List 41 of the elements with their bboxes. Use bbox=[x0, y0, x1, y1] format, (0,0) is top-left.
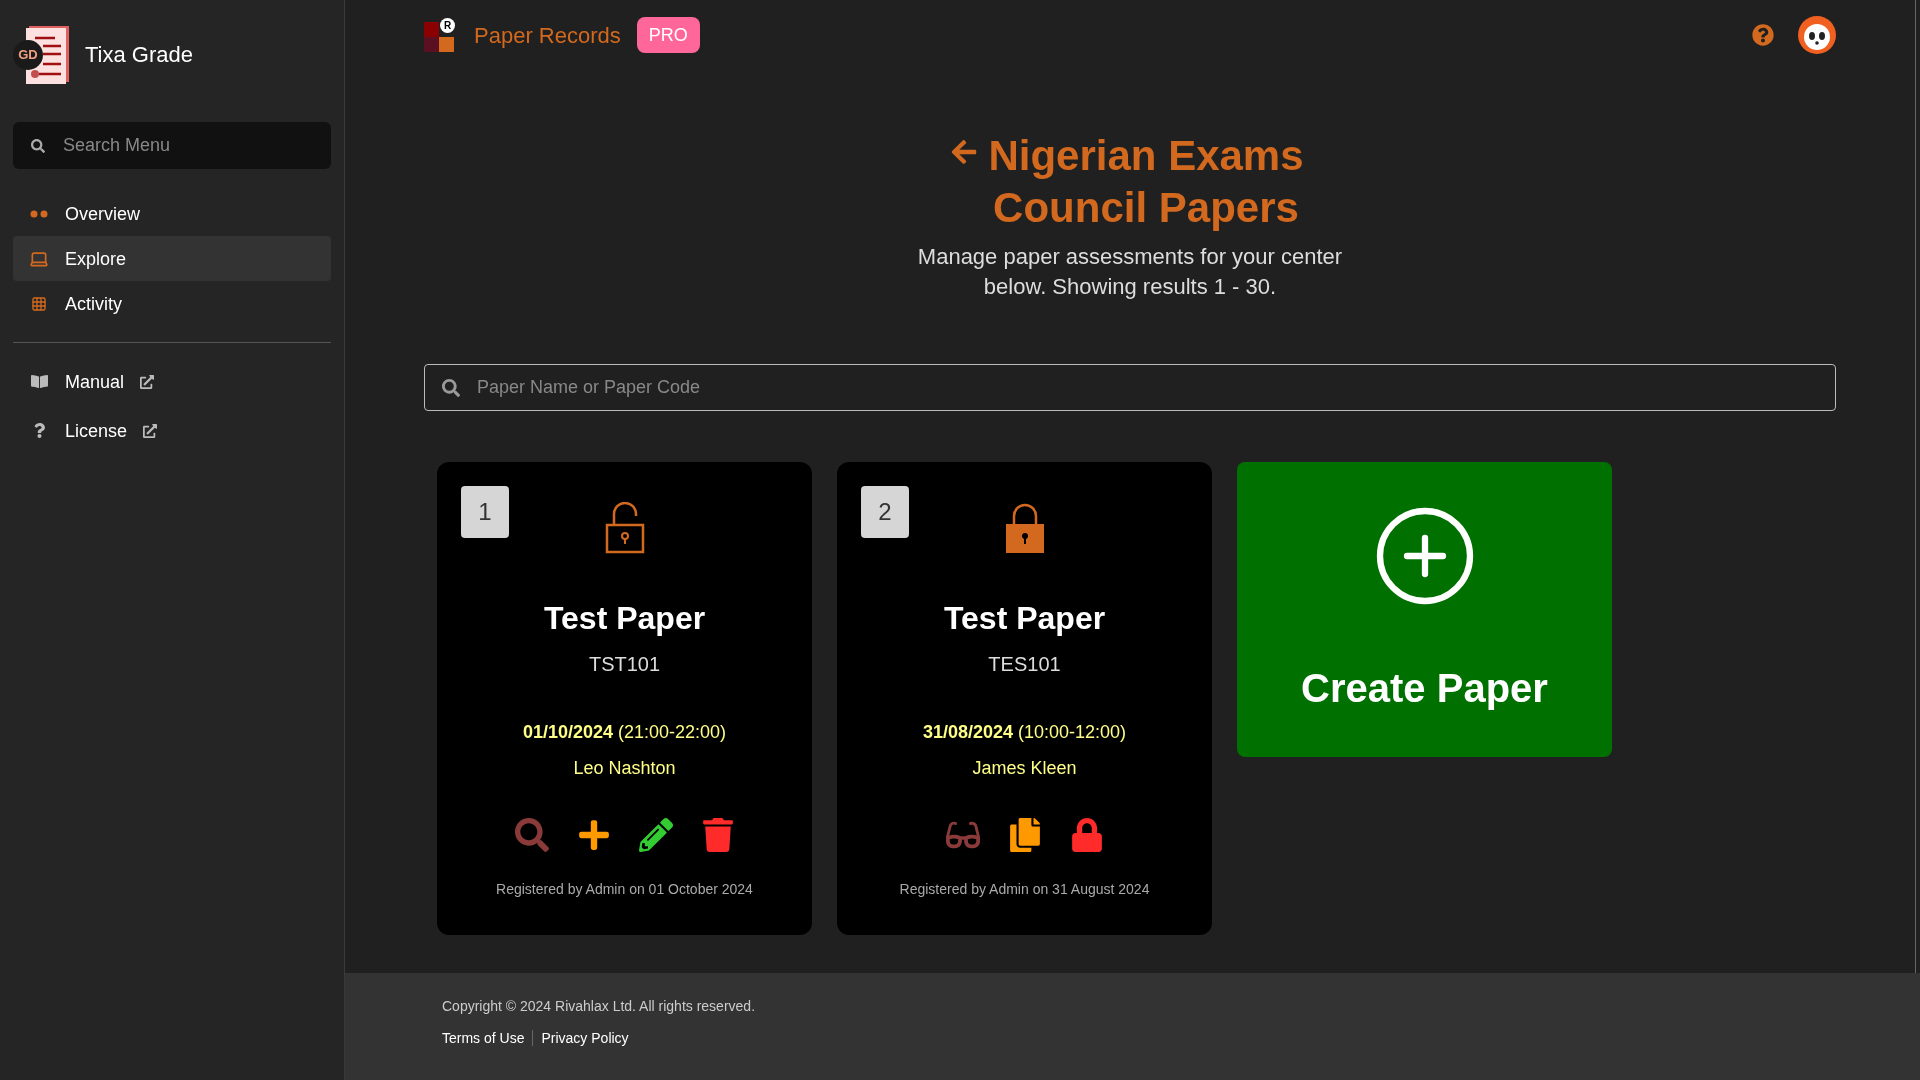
external-link-icon bbox=[143, 423, 158, 438]
nav-item[interactable]: Explore bbox=[13, 236, 331, 281]
paper-schedule: 31/08/2024 (10:00-12:00) bbox=[922, 721, 1127, 744]
dots-icon bbox=[30, 209, 48, 218]
paper-code: TST101 bbox=[588, 652, 661, 677]
paper-name: Test Paper bbox=[543, 599, 706, 638]
paper-number: 2 bbox=[861, 486, 909, 538]
page-subtitle: Manage paper assessments for your center below. Showing results 1 - 30. bbox=[916, 243, 1344, 301]
avatar-icon[interactable] bbox=[1798, 16, 1836, 54]
external-link-icon bbox=[140, 374, 155, 389]
nav-link[interactable]: License bbox=[13, 408, 331, 453]
back-button[interactable] bbox=[950, 138, 978, 166]
create-paper-button[interactable]: Create Paper bbox=[1237, 462, 1612, 757]
registration-note: Registered by Admin on 31 August 2024 bbox=[899, 880, 1150, 899]
paper-number: 1 bbox=[461, 486, 509, 538]
help-icon[interactable] bbox=[1752, 24, 1774, 46]
search-icon bbox=[442, 379, 460, 397]
footer-link[interactable]: Terms of Use bbox=[442, 1028, 525, 1048]
paper-code: TES101 bbox=[988, 652, 1061, 677]
examiner-name: James Kleen bbox=[972, 757, 1077, 780]
padlock-icon bbox=[1004, 502, 1045, 554]
search-icon bbox=[31, 139, 45, 153]
nav-item[interactable]: Overview bbox=[13, 191, 331, 236]
records-logo: R bbox=[424, 18, 458, 52]
grid-icon bbox=[31, 295, 47, 312]
registration-note: Registered by Admin on 01 October 2024 bbox=[496, 880, 753, 899]
copyright-text: Copyright © 2024 Rivahlax Ltd. All rights reserved. bbox=[442, 997, 757, 1016]
examiner-name: Leo Nashton bbox=[573, 757, 676, 780]
footer-link[interactable]: Privacy Policy bbox=[541, 1028, 629, 1048]
paper-search-field[interactable]: Paper Name or Paper Code bbox=[424, 364, 1836, 411]
section-title: Paper Records bbox=[474, 21, 621, 50]
pro-badge: PRO bbox=[636, 17, 700, 53]
page-title: Nigerian Exams Council Papers bbox=[987, 131, 1305, 233]
app-name: Tixa Grade bbox=[85, 40, 193, 69]
paper-schedule: 01/10/2024 (21:00-22:00) bbox=[522, 721, 727, 744]
nav-item[interactable]: Activity bbox=[13, 281, 331, 326]
paper-name: Test Paper bbox=[943, 599, 1106, 638]
open-padlock-icon bbox=[604, 502, 645, 554]
search-field[interactable]: Search Menu bbox=[13, 122, 331, 169]
book-icon bbox=[30, 373, 48, 390]
nav-link[interactable]: Manual bbox=[13, 359, 331, 404]
